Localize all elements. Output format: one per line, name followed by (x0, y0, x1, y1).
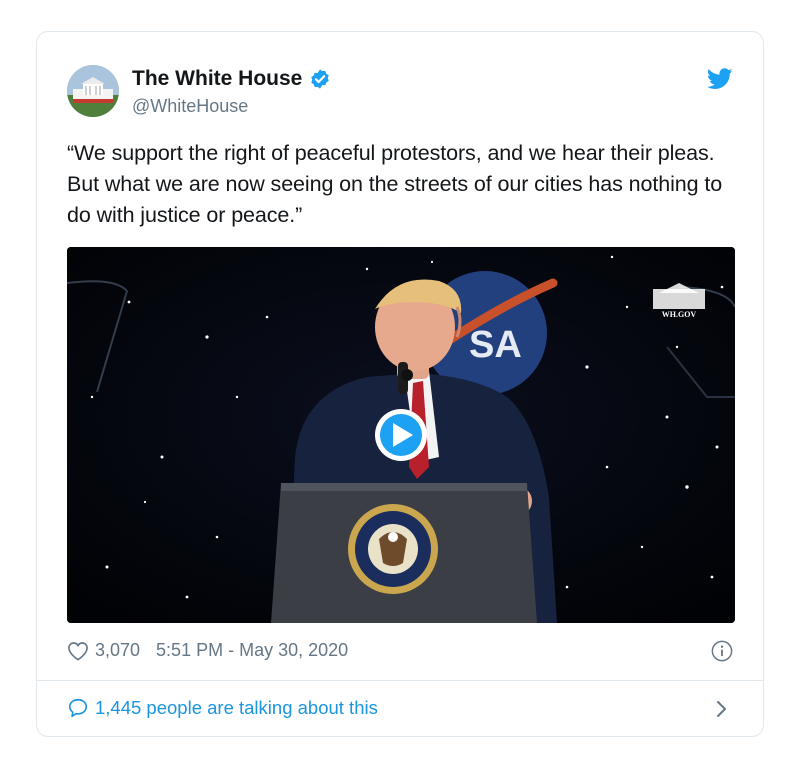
play-button[interactable] (375, 409, 427, 461)
speech-bubble-icon (68, 698, 88, 718)
info-icon[interactable] (711, 640, 733, 662)
backdrop-text: SA (469, 324, 522, 366)
twitter-bird-icon[interactable] (707, 68, 733, 90)
verified-badge-icon (311, 69, 330, 89)
tweet-card[interactable]: The White House @WhiteHouse “We support … (36, 31, 764, 737)
like-count[interactable]: 3,070 (95, 640, 140, 661)
timestamp[interactable]: 5:51 PM - May 30, 2020 (156, 640, 348, 661)
avatar[interactable] (67, 65, 119, 117)
tweet-text: “We support the right of peaceful protes… (67, 141, 723, 227)
conversation-link[interactable]: 1,445 people are talking about this (67, 697, 378, 719)
conversation-label[interactable]: 1,445 people are talking about this (95, 697, 378, 719)
author-handle[interactable]: @WhiteHouse (132, 96, 248, 117)
divider (37, 680, 763, 681)
podium (271, 483, 537, 623)
watermark-label: WH.GOV (662, 310, 697, 319)
chevron-right-icon[interactable] (715, 700, 727, 718)
author-name[interactable]: The White House (132, 67, 302, 91)
heart-icon[interactable] (67, 641, 89, 661)
video-player[interactable]: SA WH.GOV (67, 247, 735, 623)
